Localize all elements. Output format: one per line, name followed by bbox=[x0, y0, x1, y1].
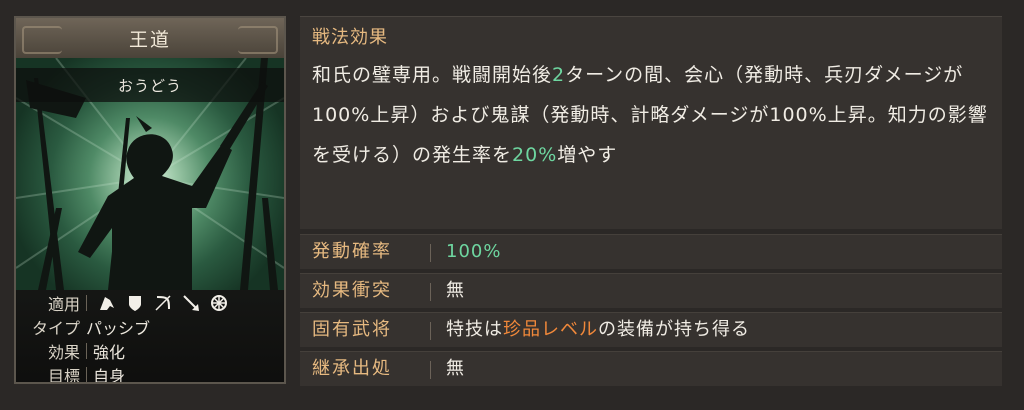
type-label: タイプ bbox=[31, 319, 80, 338]
activation-rate-value: 100% bbox=[446, 241, 502, 262]
skill-reading-band: おうどう bbox=[16, 68, 284, 102]
shield-icon bbox=[125, 293, 145, 313]
unique-general-text-post: の装備が持ち得る bbox=[598, 319, 750, 340]
spear-icon bbox=[181, 293, 201, 313]
applies-label: 適用 bbox=[47, 295, 80, 314]
unique-general-value: 特技は珍品レベルの装備が持ち得る bbox=[446, 313, 750, 347]
effect-description-panel: 戦法効果 和氏の璧専用。戦闘開始後2ターンの間、会心（発動時、兵刃ダメージが10… bbox=[300, 16, 1002, 229]
effect-value: 強化 bbox=[93, 343, 126, 362]
effect-conflict-label: 効果衝突 bbox=[312, 280, 392, 301]
title-ornament-right bbox=[238, 26, 278, 54]
effect-label: 効果 bbox=[47, 343, 80, 362]
skill-reading: おうどう bbox=[117, 76, 182, 95]
attr-row-activation-rate: 発動確率 100% bbox=[300, 234, 1002, 269]
skill-artwork: おうどう bbox=[16, 58, 284, 290]
skill-card: 王道 おうどう 適用 タイプ パッシブ 効果 強化 目標 自身 bbox=[14, 16, 286, 384]
skill-name: 王道 bbox=[128, 28, 171, 51]
card-title-bar: 王道 bbox=[16, 18, 284, 59]
rarity-highlight: 珍品レベル bbox=[503, 319, 598, 340]
divider bbox=[86, 343, 87, 359]
attr-row-effect-conflict: 効果衝突 無 bbox=[300, 273, 1002, 308]
wheel-icon bbox=[209, 293, 229, 313]
unique-general-label: 固有武将 bbox=[312, 319, 392, 340]
effect-description: 和氏の璧専用。戦闘開始後2ターンの間、会心（発動時、兵刃ダメージが100%上昇）… bbox=[312, 55, 992, 175]
unique-general-text-pre: 特技は bbox=[446, 319, 503, 340]
effect-rate-value: 20% bbox=[512, 144, 558, 166]
activation-rate-label: 発動確率 bbox=[312, 241, 392, 262]
card-info-panel: 適用 タイプ パッシブ 効果 強化 目標 自身 bbox=[16, 290, 284, 382]
bow-icon bbox=[153, 293, 173, 313]
divider bbox=[430, 244, 431, 262]
attr-row-inheritance-source: 継承出処 無 bbox=[300, 351, 1002, 386]
inheritance-source-value: 無 bbox=[446, 358, 465, 379]
target-value: 自身 bbox=[93, 367, 126, 384]
effect-heading: 戦法効果 bbox=[312, 27, 388, 48]
unit-type-icons bbox=[97, 293, 229, 313]
divider bbox=[86, 367, 87, 382]
effect-text-part3: 増やす bbox=[557, 144, 618, 166]
type-value: パッシブ bbox=[86, 319, 151, 338]
effect-text-part1: 和氏の璧専用。戦闘開始後 bbox=[312, 64, 553, 86]
attr-row-unique-general: 固有武将 特技は珍品レベルの装備が持ち得る bbox=[300, 312, 1002, 347]
inheritance-source-label: 継承出処 bbox=[312, 358, 392, 379]
info-row-type: タイプ パッシブ bbox=[16, 316, 150, 338]
divider bbox=[430, 283, 431, 301]
divider bbox=[430, 322, 431, 340]
divider bbox=[86, 295, 87, 311]
divider bbox=[430, 361, 431, 379]
info-row-applies: 適用 bbox=[16, 292, 229, 314]
info-row-effect: 効果 強化 bbox=[16, 340, 125, 362]
effect-turns-value: 2 bbox=[552, 64, 566, 86]
title-ornament-left bbox=[22, 26, 62, 54]
effect-conflict-value: 無 bbox=[446, 280, 465, 301]
cavalry-icon bbox=[97, 293, 117, 313]
info-row-target: 目標 自身 bbox=[16, 364, 126, 384]
target-label: 目標 bbox=[47, 367, 80, 384]
